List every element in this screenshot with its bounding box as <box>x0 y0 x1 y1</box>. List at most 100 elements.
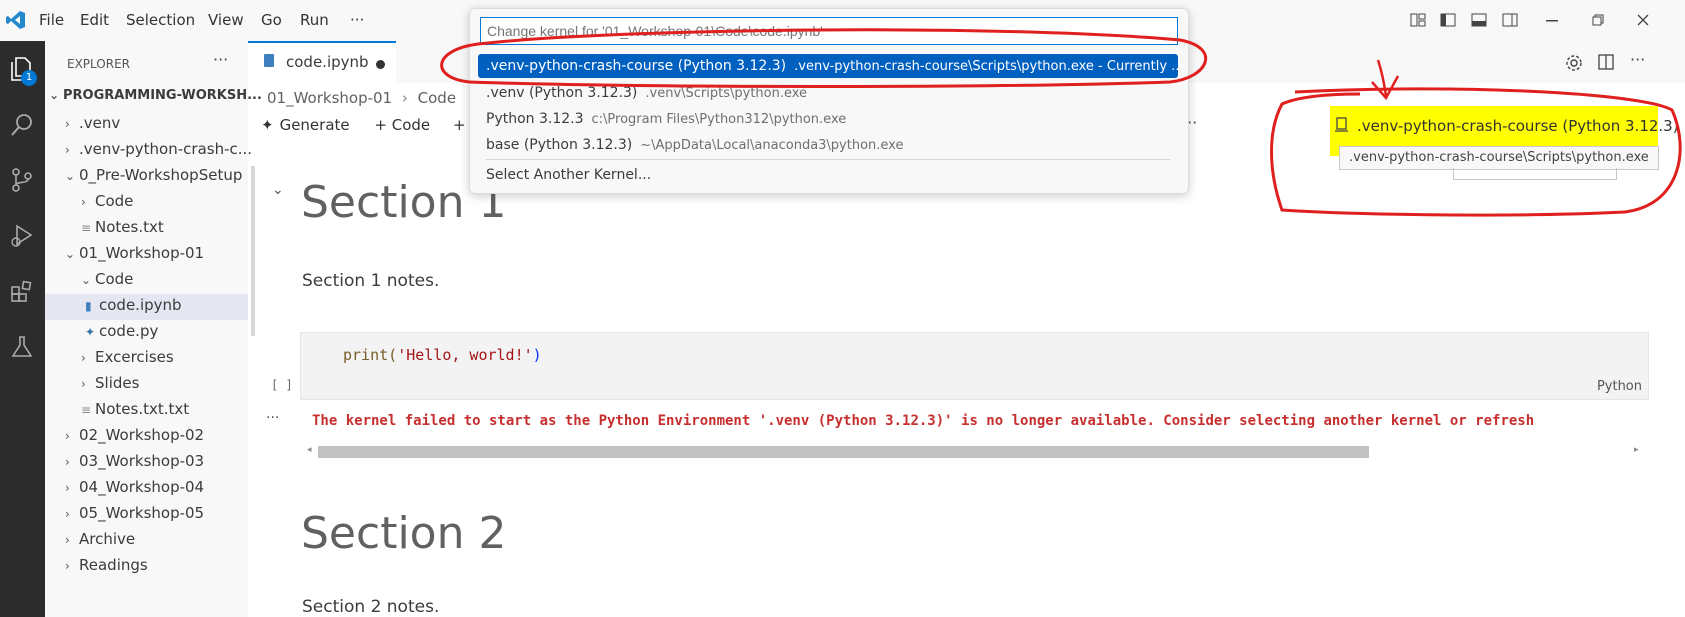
kernel-search-input[interactable] <box>480 17 1178 45</box>
tree-item-preworkshop[interactable]: ⌄ 0_Pre-WorkshopSetup <box>65 166 242 184</box>
tree-label: Readings <box>79 556 148 574</box>
breadcrumb-workshop[interactable]: 01_Workshop-01 <box>267 89 392 107</box>
activity-bar: 1 <box>0 41 45 617</box>
testing-icon[interactable] <box>4 329 40 365</box>
restore-icon[interactable] <box>1592 14 1604 26</box>
tree-label: 04_Workshop-04 <box>79 478 205 496</box>
tab-code-ipynb[interactable]: code.ipynb <box>248 41 396 83</box>
chevron-right-icon: › <box>65 455 70 469</box>
split-editor-icon[interactable] <box>1598 54 1614 70</box>
kernel-quick-pick: .venv-python-crash-course (Python 3.12.3… <box>469 8 1189 194</box>
tree-item-workshop05[interactable]: › 05_Workshop-05 <box>65 504 204 522</box>
menu-view[interactable]: View <box>208 11 244 29</box>
kernel-option-desc: .venv-python-crash-course\Scripts\python… <box>794 58 1178 74</box>
tree-label: 0_Pre-WorkshopSetup <box>79 166 243 184</box>
tree-item-excercises[interactable]: › Excercises <box>81 348 174 366</box>
kernel-error-output: The kernel failed to start as the Python… <box>312 413 1535 429</box>
kernel-option-venv-crash[interactable]: .venv-python-crash-course (Python 3.12.3… <box>478 54 1178 78</box>
toggle-panel-icon[interactable] <box>1471 13 1487 27</box>
breadcrumb: 01_Workshop-01 › Code <box>267 89 456 107</box>
code-line[interactable]: print('Hello, world!') <box>343 346 542 364</box>
kernel-picker[interactable]: .venv-python-crash-course (Python 3.12.3… <box>1335 117 1679 135</box>
chevron-down-icon: ⌄ <box>49 88 60 102</box>
tree-label: .venv <box>79 114 121 132</box>
output-horizontal-scrollbar[interactable] <box>318 446 1369 458</box>
chevron-right-icon: › <box>65 507 70 521</box>
chevron-right-icon: › <box>81 351 86 365</box>
tree-item-workshop04[interactable]: › 04_Workshop-04 <box>65 478 204 496</box>
run-debug-icon[interactable] <box>4 217 40 253</box>
tree-item-archive[interactable]: › Archive <box>65 530 135 548</box>
select-another-kernel[interactable]: Select Another Kernel... <box>478 163 1186 187</box>
scroll-right-icon[interactable]: ▸ <box>1634 445 1639 455</box>
quick-pick-divider <box>486 159 1170 160</box>
kernel-server-icon <box>1335 117 1348 132</box>
search-icon[interactable] <box>4 107 40 143</box>
tree-item-workshop03[interactable]: › 03_Workshop-03 <box>65 452 204 470</box>
cell-language[interactable]: Python <box>1597 379 1642 394</box>
tree-item-notes[interactable]: ≡ Notes.txt <box>81 218 164 236</box>
tree-item-workshop02[interactable]: › 02_Workshop-02 <box>65 426 204 444</box>
collapse-section-icon[interactable]: ⌄ <box>272 182 284 198</box>
section-2-heading: Section 2 <box>301 508 507 559</box>
extensions-icon[interactable] <box>4 273 40 309</box>
add-code-cell-button[interactable]: + Code <box>374 116 430 134</box>
explorer-more-icon[interactable]: ··· <box>213 50 228 69</box>
menu-file[interactable]: File <box>39 11 64 29</box>
menu-edit[interactable]: Edit <box>80 11 109 29</box>
vscode-logo-icon <box>6 11 25 29</box>
tree-item-slides[interactable]: › Slides <box>81 374 139 392</box>
chevron-right-icon: › <box>65 117 70 131</box>
more-actions-icon[interactable]: ··· <box>1630 50 1645 69</box>
tab-label: code.ipynb <box>286 53 369 71</box>
minimize-icon[interactable] <box>1546 20 1558 22</box>
chevron-right-icon: › <box>65 429 70 443</box>
tree-item-code[interactable]: › Code <box>81 192 133 210</box>
kernel-option-venv[interactable]: .venv (Python 3.12.3) .venv\Scripts\pytho… <box>478 81 1186 105</box>
kernel-option-base[interactable]: base (Python 3.12.3) ~\AppData\Local\anac… <box>478 133 1186 157</box>
kernel-option-label: .venv-python-crash-course (Python 3.12.3… <box>486 58 787 74</box>
kernel-tooltip: .venv-python-crash-course\Scripts\python… <box>1339 146 1659 170</box>
add-cell-icon[interactable]: + <box>453 116 466 134</box>
close-icon[interactable] <box>1637 14 1649 26</box>
output-more-icon[interactable]: ··· <box>266 410 279 426</box>
menu-more[interactable]: ··· <box>350 11 364 29</box>
tree-item-venv-crash[interactable]: › .venv-python-crash-c... <box>65 140 252 158</box>
scroll-left-icon[interactable]: ◂ <box>307 445 312 455</box>
toggle-primary-sidebar-icon[interactable] <box>1440 13 1456 27</box>
select-another-kernel-label: Select Another Kernel... <box>486 167 652 183</box>
tree-item-workshop01[interactable]: ⌄ 01_Workshop-01 <box>65 244 204 262</box>
tree-label: Archive <box>79 530 136 548</box>
chevron-right-icon: › <box>65 143 70 157</box>
kernel-label: .venv-python-crash-course (Python 3.12.3… <box>1357 117 1679 135</box>
tree-item-code-folder[interactable]: ⌄ Code <box>81 270 133 288</box>
toggle-secondary-sidebar-icon[interactable] <box>1502 13 1518 27</box>
code-string: 'Hello, world!' <box>397 346 533 364</box>
source-control-icon[interactable] <box>4 162 40 198</box>
code-paren: ) <box>532 346 542 364</box>
sidebar-scrollbar[interactable] <box>251 166 255 336</box>
menu-go[interactable]: Go <box>261 11 282 29</box>
menu-run[interactable]: Run <box>300 11 329 29</box>
tree-item-notes-txt[interactable]: ≡ Notes.txt.txt <box>81 400 189 418</box>
tree-item-code-py[interactable]: ✦ code.py <box>85 322 158 340</box>
kernel-option-python312[interactable]: Python 3.12.3 c:\Program Files\Python312\… <box>478 107 1186 131</box>
customize-layout-icon[interactable] <box>1410 13 1426 27</box>
tree-item-code-ipynb[interactable]: ▮ code.ipynb <box>45 294 248 320</box>
tree-label: 03_Workshop-03 <box>79 452 205 470</box>
unsaved-dot-icon[interactable] <box>376 60 385 69</box>
tree-label: code.ipynb <box>99 296 182 314</box>
menu-selection[interactable]: Selection <box>126 11 195 29</box>
chevron-down-icon: ⌄ <box>65 247 76 261</box>
generate-button[interactable]: Generate <box>280 116 350 134</box>
code-cell[interactable]: print('Hello, world!') Python <box>300 332 1649 400</box>
workspace-root[interactable]: ⌄ PROGRAMMING-WORKSH... <box>49 88 262 103</box>
gear-icon[interactable] <box>1565 54 1583 72</box>
chevron-right-icon: › <box>65 559 70 573</box>
explorer-title: EXPLORER <box>67 57 130 71</box>
sparkle-icon: ✦ <box>261 116 274 134</box>
tree-item-venv[interactable]: › .venv <box>65 114 120 132</box>
tree-item-readings[interactable]: › Readings <box>65 556 148 574</box>
cell-execution-count[interactable]: [ ] <box>271 378 293 392</box>
breadcrumb-code[interactable]: Code <box>418 89 456 107</box>
